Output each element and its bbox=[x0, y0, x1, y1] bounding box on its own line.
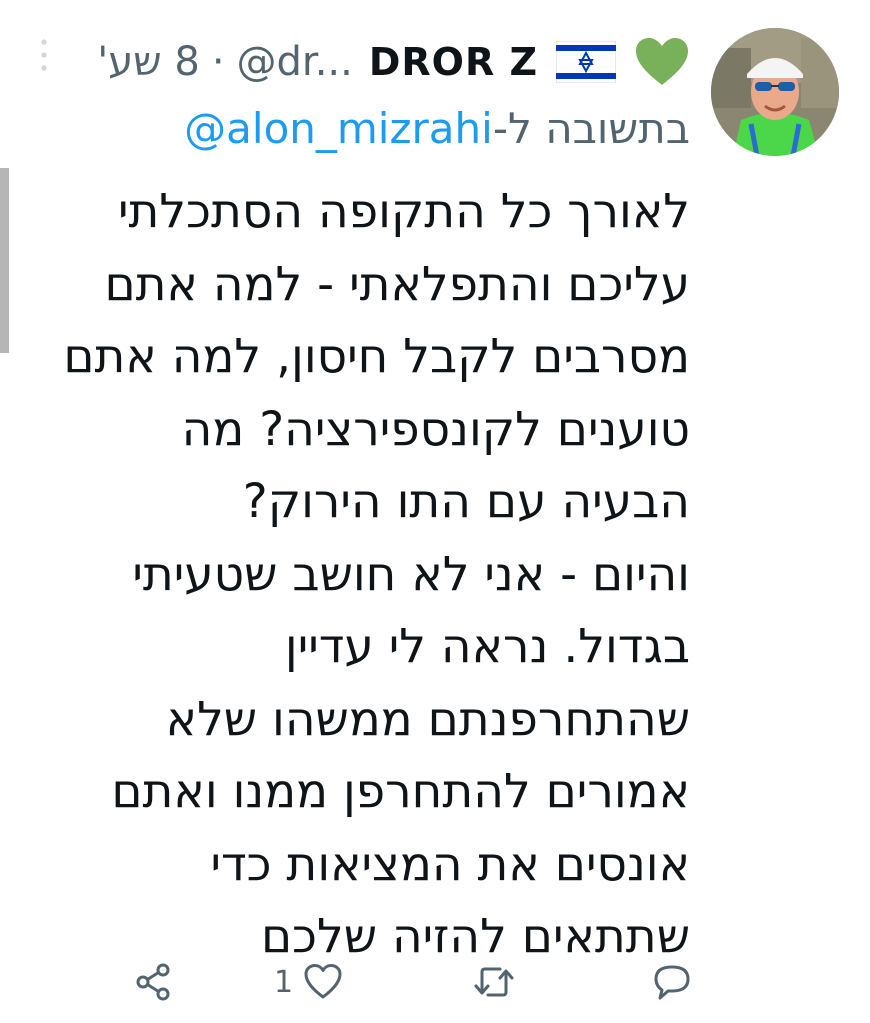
avatar[interactable] bbox=[711, 28, 839, 156]
tweet-text-line: עליכם והתפלאתי - למה אתם bbox=[104, 256, 690, 312]
tweet-text-line: טוענים לקונספירציה? מה bbox=[181, 401, 690, 457]
like-button[interactable]: 1 bbox=[274, 950, 343, 1014]
tweet-actions-bar: 1 bbox=[0, 950, 870, 1014]
israel-flag-icon bbox=[555, 40, 617, 84]
more-vertical-icon[interactable] bbox=[38, 38, 50, 72]
tweet-header: DROR Z @dr... · 8 שע' bbox=[87, 30, 690, 94]
tweet-text-line: מסרבים לקבל חיסון, למה אתם bbox=[63, 329, 690, 384]
header-separator: · bbox=[211, 39, 225, 85]
reply-mention-link[interactable]: @alon_mizrahi bbox=[184, 104, 493, 153]
green-heart-emoji-icon bbox=[634, 37, 690, 87]
share-icon bbox=[134, 962, 174, 1002]
share-button[interactable] bbox=[134, 950, 174, 1014]
retweet-button[interactable] bbox=[472, 950, 516, 1014]
tweet-text-line: שהתחרפנתם ממשהו שלא bbox=[165, 691, 690, 747]
author-name[interactable]: DROR Z bbox=[369, 40, 538, 84]
reply-context: בתשובה ל-@alon_mizrahi bbox=[184, 104, 690, 153]
tweet-text-line: אונסים את המציאות כדי bbox=[210, 836, 690, 892]
tweet-text-line: בגדול. נראה לי עדיין bbox=[284, 619, 690, 674]
retweet-icon bbox=[472, 962, 516, 1002]
tweet-timestamp[interactable]: 8 שע' bbox=[97, 39, 200, 85]
tweet-text-line: אמורים להתחרפן ממנו ואתם bbox=[111, 764, 690, 819]
tweet-text-line: הבעיה עם התו הירוק? bbox=[242, 474, 690, 529]
tweet-text-line: לאורך כל התקופה הסתכלתי bbox=[118, 184, 690, 239]
like-icon bbox=[303, 963, 343, 1001]
tweet-text-line: והיום - אני לא חושב שטעיתי bbox=[132, 546, 690, 602]
reply-icon bbox=[652, 962, 692, 1002]
tweet-text: לאורך כל התקופה הסתכלתי עליכם והתפלאתי -… bbox=[10, 176, 690, 974]
reply-button[interactable] bbox=[652, 950, 692, 1014]
scroll-indicator bbox=[0, 168, 9, 353]
reply-prefix: בתשובה ל- bbox=[492, 104, 690, 153]
like-count: 1 bbox=[274, 964, 294, 1000]
author-handle[interactable]: @dr... bbox=[237, 39, 353, 85]
